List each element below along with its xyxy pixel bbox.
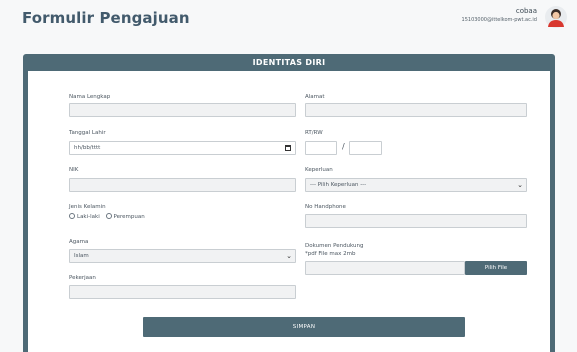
user-info: cobaa 15103000@ittelkom-pwt.ac.id [462, 7, 537, 24]
radio-laki-label: Laki-laki [77, 214, 100, 220]
keperluan-value: --- Pilih Keperluan --- [310, 182, 367, 188]
tanggal-label: Tanggal Lahir [69, 130, 106, 136]
page-title: Formulir Pengajuan [22, 9, 190, 27]
nama-label: Nama Lengkap [69, 94, 111, 100]
nama-input[interactable] [69, 103, 296, 117]
keperluan-label: Keperluan [305, 167, 333, 173]
avatar-icon[interactable] [545, 6, 567, 28]
radio-perempuan[interactable] [105, 213, 112, 219]
keperluan-select[interactable]: --- Pilih Keperluan --- ⌄ [305, 178, 527, 192]
page-header: Formulir Pengajuan cobaa 15103000@ittelk… [0, 0, 577, 40]
dokumen-label: Dokumen Pendukung [305, 243, 364, 249]
section-title: IDENTITAS DIRI [252, 58, 326, 67]
rtrw-separator: / [342, 142, 345, 151]
tanggal-value: hh/bb/tttt [74, 145, 101, 151]
rt-input[interactable] [305, 141, 337, 155]
tanggal-input[interactable]: hh/bb/tttt [69, 141, 296, 155]
hp-label: No Handphone [305, 204, 346, 210]
jk-label: Jenis Kelamin [69, 204, 106, 210]
user-name: cobaa [515, 7, 537, 15]
form-body: Nama Lengkap Tanggal Lahir hh/bb/tttt NI… [28, 71, 550, 352]
user-email: 15103000@ittelkom-pwt.ac.id [461, 17, 537, 23]
radio-perempuan-label: Perempuan [113, 214, 145, 220]
agama-value: Islam [74, 253, 89, 259]
radio-laki[interactable] [69, 213, 75, 219]
rtrw-label: RT/RW [305, 130, 323, 136]
pekerjaan-input[interactable] [69, 285, 296, 299]
chevron-down-icon: ⌄ [517, 181, 523, 189]
dokumen-hint: *pdf File max 2mb [305, 251, 356, 257]
agama-select[interactable]: Islam ⌄ [69, 249, 296, 263]
nik-label: NIK [69, 167, 79, 173]
choose-file-button[interactable]: Pilih File [465, 261, 527, 275]
rw-input[interactable] [349, 141, 382, 155]
jk-radio-group: Laki-laki Perempuan [69, 213, 145, 221]
alamat-input[interactable] [305, 103, 527, 117]
calendar-icon[interactable] [285, 145, 291, 151]
nik-input[interactable] [69, 178, 296, 192]
identity-card: IDENTITAS DIRI Nama Lengkap Tanggal Lahi… [23, 54, 555, 352]
alamat-label: Alamat [305, 94, 325, 100]
dokumen-file-input[interactable] [305, 261, 465, 275]
pekerjaan-label: Pekerjaan [69, 275, 96, 281]
hp-input[interactable] [305, 214, 527, 228]
submit-button[interactable]: SIMPAN [143, 317, 465, 337]
chevron-down-icon: ⌄ [286, 252, 292, 260]
agama-label: Agama [69, 239, 89, 245]
